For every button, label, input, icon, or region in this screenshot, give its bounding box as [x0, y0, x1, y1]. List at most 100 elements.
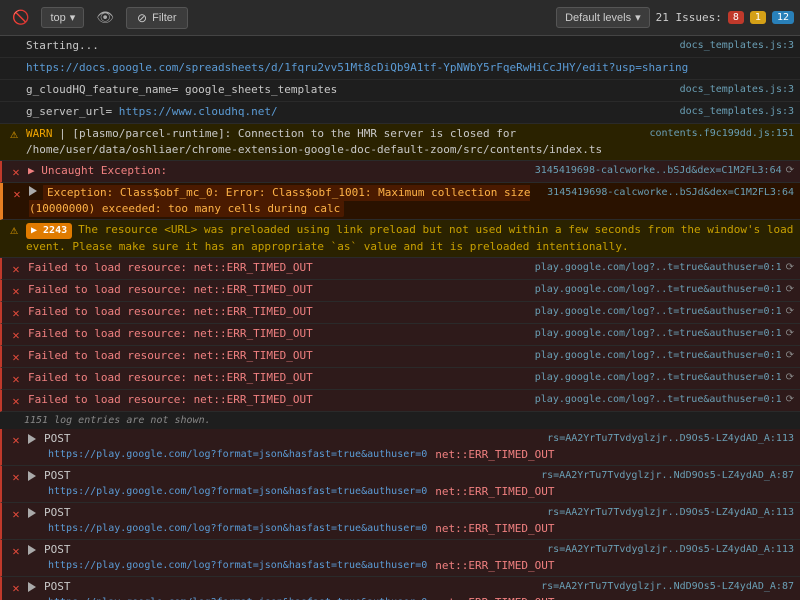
console-row[interactable]: ✕Exception: Class$obf_mc_0: Error: Class… — [0, 183, 800, 220]
source-link[interactable]: play.google.com/log?..t=true&authuser=0:… — [535, 260, 794, 276]
post-url[interactable]: https://play.google.com/log?format=json&… — [48, 558, 427, 574]
console-row[interactable]: ✕Failed to load resource: net::ERR_TIMED… — [0, 346, 800, 368]
source-link[interactable]: docs_templates.js:3 — [680, 104, 794, 120]
default-levels-button[interactable]: Default levels ▾ — [556, 7, 650, 28]
error-message: Failed to load resource: net::ERR_TIMED_… — [28, 348, 535, 364]
error-message: ▶ Uncaught Exception: — [28, 163, 535, 179]
issues-label: 21 Issues: — [656, 11, 722, 24]
console-row[interactable]: ✕POSTrs=AA2YrTu7Tvdyglzjr..D9Os5-LZ4ydAD… — [0, 503, 800, 540]
post-url[interactable]: https://play.google.com/log?format=json&… — [48, 484, 427, 500]
console-row[interactable]: ✕Failed to load resource: net::ERR_TIMED… — [0, 280, 800, 302]
console-row[interactable]: ✕Failed to load resource: net::ERR_TIMED… — [0, 302, 800, 324]
reload-icon[interactable]: ⟳ — [786, 372, 794, 383]
error-post-message: POSTrs=AA2YrTu7Tvdyglzjr..D9Os5-LZ4ydAD_… — [28, 542, 794, 574]
console-row[interactable]: ✕POSTrs=AA2YrTu7Tvdyglzjr..NdD9Os5-LZ4yd… — [0, 577, 800, 600]
console-row[interactable]: g_cloudHQ_feature_name= google_sheets_te… — [0, 80, 800, 102]
net-error-text: net::ERR_TIMED_OUT — [435, 521, 554, 537]
console-row[interactable]: https://docs.google.com/spreadsheets/d/1… — [0, 58, 800, 80]
log-divider: 1151 log entries are not shown. — [0, 412, 800, 429]
reload-icon[interactable]: ⟳ — [786, 306, 794, 317]
source-link[interactable]: rs=AA2YrTu7Tvdyglzjr..NdD9Os5-LZ4ydAD_A:… — [541, 468, 794, 484]
console-row[interactable]: ⚠WARN | [plasmo/parcel-runtime]: Connect… — [0, 124, 800, 161]
expand-icon[interactable] — [28, 545, 36, 555]
filter-icon: ⊘ — [137, 11, 147, 25]
warn-repeat-badge[interactable]: ▶ 2243 — [26, 223, 72, 239]
error-message: Failed to load resource: net::ERR_TIMED_… — [28, 370, 535, 386]
chevron-down-icon: ▾ — [635, 11, 641, 24]
warn-message: WARN | [plasmo/parcel-runtime]: Connecti… — [26, 126, 650, 158]
console-row[interactable]: ⚠▶ 2243The resource <URL> was preloaded … — [0, 220, 800, 258]
console-row[interactable]: ✕Failed to load resource: net::ERR_TIMED… — [0, 368, 800, 390]
console-row[interactable]: ✕POSTrs=AA2YrTu7Tvdyglzjr..NdD9Os5-LZ4yd… — [0, 466, 800, 503]
source-link[interactable]: docs_templates.js:3 — [680, 82, 794, 98]
net-error-text: net::ERR_TIMED_OUT — [435, 447, 554, 463]
source-link[interactable]: rs=AA2YrTu7Tvdyglzjr..D9Os5-LZ4ydAD_A:11… — [547, 542, 794, 558]
source-link[interactable]: play.google.com/log?..t=true&authuser=0:… — [535, 392, 794, 408]
console-row[interactable]: ✕▶ Uncaught Exception:3145419698-calcwor… — [0, 161, 800, 183]
warning-count-badge[interactable]: 1 — [750, 11, 766, 24]
source-link[interactable]: 3145419698-calcworke..bSJd&dex=C1M2FL3:6… — [547, 185, 794, 201]
source-link[interactable]: rs=AA2YrTu7Tvdyglzjr..NdD9Os5-LZ4ydAD_A:… — [541, 579, 794, 595]
console-output: Starting...docs_templates.js:3 https://do… — [0, 36, 800, 600]
info-icon — [6, 105, 22, 121]
clear-console-button[interactable]: 🚫 — [6, 5, 35, 30]
error-icon: ✕ — [9, 186, 25, 202]
error-icon: ✕ — [8, 327, 24, 343]
error-icon: ✕ — [8, 432, 24, 448]
console-row[interactable]: ✕POSTrs=AA2YrTu7Tvdyglzjr..D9Os5-LZ4ydAD… — [0, 540, 800, 577]
expand-icon[interactable] — [28, 434, 36, 444]
log-link[interactable]: https://docs.google.com/spreadsheets/d/1… — [26, 61, 688, 74]
chevron-down-icon: ▾ — [70, 11, 76, 24]
issues-summary: 21 Issues: 8 1 12 — [656, 11, 794, 24]
source-link[interactable]: contents.f9c199dd.js:151 — [650, 126, 795, 142]
source-link[interactable]: docs_templates.js:3 — [680, 38, 794, 54]
source-link[interactable]: play.google.com/log?..t=true&authuser=0:… — [535, 304, 794, 320]
reload-icon[interactable]: ⟳ — [786, 262, 794, 273]
net-error-text: net::ERR_TIMED_OUT — [435, 595, 554, 600]
post-url[interactable]: https://play.google.com/log?format=json&… — [48, 447, 427, 463]
log-link[interactable]: https://www.cloudhq.net/ — [119, 105, 278, 118]
console-row[interactable]: Starting...docs_templates.js:3 — [0, 36, 800, 58]
source-link[interactable]: play.google.com/log?..t=true&authuser=0:… — [535, 326, 794, 342]
error-message: Failed to load resource: net::ERR_TIMED_… — [28, 392, 535, 408]
source-link[interactable]: play.google.com/log?..t=true&authuser=0:… — [535, 348, 794, 364]
error-message: Failed to load resource: net::ERR_TIMED_… — [28, 326, 535, 342]
error-message: Failed to load resource: net::ERR_TIMED_… — [28, 282, 535, 298]
source-link[interactable]: play.google.com/log?..t=true&authuser=0:… — [535, 282, 794, 298]
post-url[interactable]: https://play.google.com/log?format=json&… — [48, 521, 427, 537]
reload-icon[interactable]: ⟳ — [786, 350, 794, 361]
expand-icon[interactable] — [28, 582, 36, 592]
error-icon: ✕ — [8, 469, 24, 485]
console-row[interactable]: g_server_url= https://www.cloudhq.net/do… — [0, 102, 800, 124]
info-count-badge[interactable]: 12 — [772, 11, 794, 24]
reload-icon[interactable]: ⟳ — [786, 328, 794, 339]
expand-icon[interactable] — [28, 471, 36, 481]
console-row[interactable]: ✕Failed to load resource: net::ERR_TIMED… — [0, 390, 800, 412]
source-link[interactable]: rs=AA2YrTu7Tvdyglzjr..D9Os5-LZ4ydAD_A:11… — [547, 431, 794, 447]
error-post-message: POSTrs=AA2YrTu7Tvdyglzjr..D9Os5-LZ4ydAD_… — [28, 505, 794, 537]
warning-icon: ⚠ — [6, 223, 22, 239]
info-icon — [6, 39, 22, 55]
reload-icon[interactable]: ⟳ — [786, 165, 794, 176]
reload-icon[interactable]: ⟳ — [786, 394, 794, 405]
info-icon — [6, 83, 22, 99]
source-link[interactable]: rs=AA2YrTu7Tvdyglzjr..D9Os5-LZ4ydAD_A:11… — [547, 505, 794, 521]
console-row[interactable]: ✕Failed to load resource: net::ERR_TIMED… — [0, 324, 800, 346]
filter-button[interactable]: ⊘ Filter — [126, 7, 188, 29]
error-icon: ✕ — [8, 349, 24, 365]
net-error-text: net::ERR_TIMED_OUT — [435, 558, 554, 574]
error-icon: ✕ — [8, 543, 24, 559]
error-count-badge[interactable]: 8 — [728, 11, 744, 24]
log-link-row: g_server_url= https://www.cloudhq.net/ — [26, 104, 680, 120]
warn-count-message: ▶ 2243The resource <URL> was preloaded u… — [26, 222, 794, 255]
source-link[interactable]: 3145419698-calcworke..bSJd&dex=C1M2FL3:6… — [535, 163, 794, 179]
console-row[interactable]: ✕POSTrs=AA2YrTu7Tvdyglzjr..D9Os5-LZ4ydAD… — [0, 429, 800, 466]
post-url[interactable]: https://play.google.com/log?format=json&… — [48, 595, 427, 600]
expand-icon[interactable] — [28, 508, 36, 518]
reload-icon[interactable]: ⟳ — [786, 284, 794, 295]
error-post-message: POSTrs=AA2YrTu7Tvdyglzjr..NdD9Os5-LZ4ydA… — [28, 579, 794, 600]
eye-icon-button[interactable]: 👁 — [90, 5, 120, 30]
top-context-selector[interactable]: top ▾ — [41, 7, 84, 28]
source-link[interactable]: play.google.com/log?..t=true&authuser=0:… — [535, 370, 794, 386]
console-row[interactable]: ✕Failed to load resource: net::ERR_TIMED… — [0, 258, 800, 280]
